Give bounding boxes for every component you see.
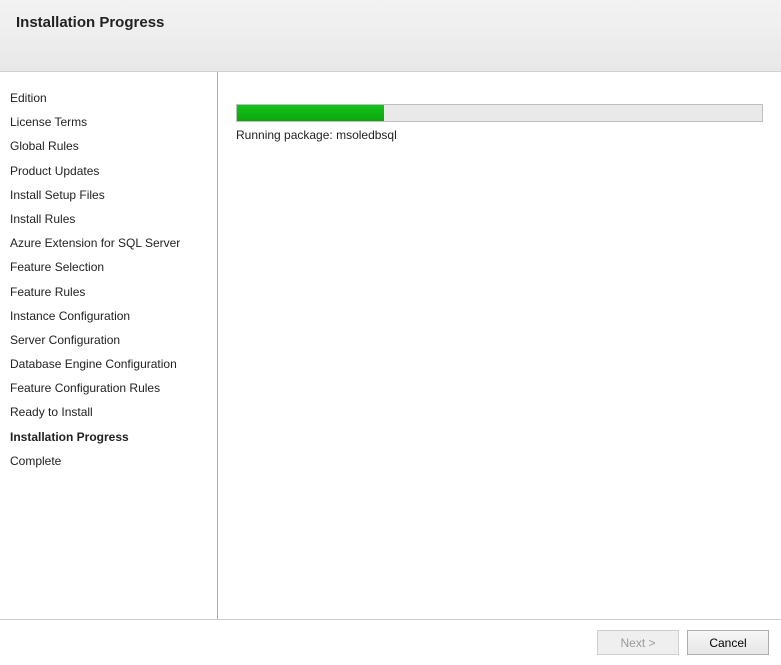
sidebar-item-12: Feature Configuration Rules (10, 376, 207, 400)
sidebar-item-1: License Terms (10, 110, 207, 134)
main-panel: Running package: msoledbsql (218, 72, 781, 619)
sidebar-item-15: Complete (10, 449, 207, 473)
footer: Next > Cancel (0, 619, 781, 665)
status-text: Running package: msoledbsql (236, 128, 763, 142)
sidebar: EditionLicense TermsGlobal RulesProduct … (0, 72, 218, 619)
sidebar-item-2: Global Rules (10, 134, 207, 158)
sidebar-item-5: Install Rules (10, 207, 207, 231)
sidebar-item-6: Azure Extension for SQL Server (10, 231, 207, 255)
sidebar-item-11: Database Engine Configuration (10, 352, 207, 376)
body: EditionLicense TermsGlobal RulesProduct … (0, 72, 781, 619)
cancel-button[interactable]: Cancel (687, 630, 769, 655)
sidebar-item-4: Install Setup Files (10, 183, 207, 207)
progress-bar-fill (237, 105, 384, 121)
header: Installation Progress (0, 0, 781, 72)
sidebar-item-10: Server Configuration (10, 328, 207, 352)
progress-bar (236, 104, 763, 122)
next-button[interactable]: Next > (597, 630, 679, 655)
sidebar-item-7: Feature Selection (10, 255, 207, 279)
sidebar-item-8: Feature Rules (10, 280, 207, 304)
sidebar-item-14: Installation Progress (10, 425, 207, 449)
sidebar-item-9: Instance Configuration (10, 304, 207, 328)
page-title: Installation Progress (16, 14, 765, 31)
sidebar-item-3: Product Updates (10, 159, 207, 183)
sidebar-item-0: Edition (10, 86, 207, 110)
sidebar-item-13: Ready to Install (10, 400, 207, 424)
